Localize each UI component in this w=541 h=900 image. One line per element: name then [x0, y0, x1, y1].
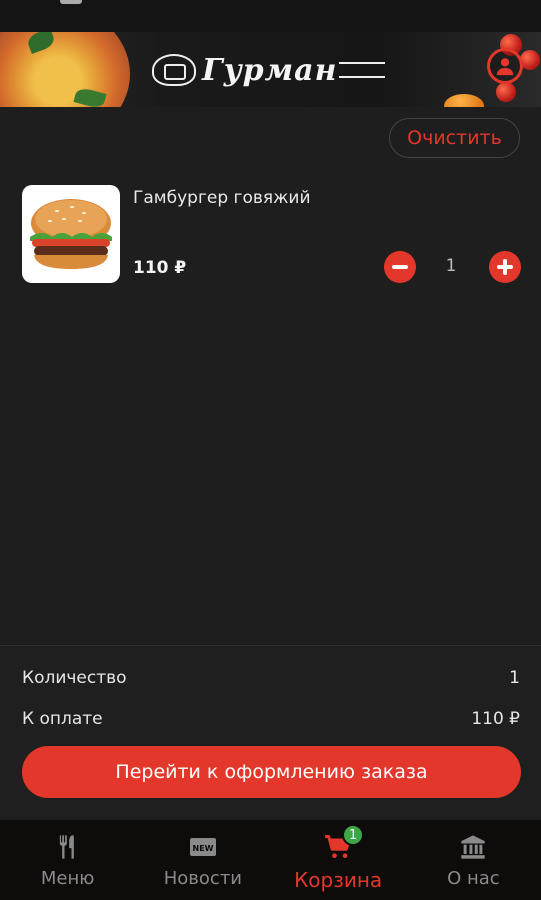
cart-icon: 1 [322, 824, 365, 862]
tab-about[interactable]: О нас [406, 820, 541, 900]
tab-cart[interactable]: 1 Корзина [271, 820, 406, 900]
increase-quantity-button[interactable] [489, 251, 521, 283]
tab-label: О нас [447, 868, 500, 889]
item-price: 110 ₽ [133, 258, 187, 278]
decrease-quantity-button[interactable] [384, 251, 416, 283]
tab-label: Корзина [294, 868, 383, 892]
tab-menu[interactable]: Меню [0, 820, 135, 900]
status-indicator [60, 0, 82, 4]
total-value: 110 ₽ [471, 709, 520, 729]
total-row: К оплате 110 ₽ [22, 709, 520, 729]
tab-news[interactable]: NEW Новости [135, 820, 270, 900]
cart-item: Гамбургер говяжий 110 ₽ 1 [0, 180, 541, 290]
new-badge-icon: NEW [187, 832, 219, 862]
item-name: Гамбургер говяжий [133, 188, 311, 208]
header-banner: Гурман [0, 32, 541, 107]
tab-label: Меню [40, 868, 95, 889]
minus-icon [392, 265, 408, 269]
plus-icon-vertical [503, 259, 507, 275]
user-icon [496, 58, 514, 76]
total-label: К оплате [22, 709, 103, 729]
tomato-decoration [444, 94, 484, 107]
tomato-decoration [496, 82, 516, 102]
quantity-row: Количество 1 [22, 668, 520, 688]
brand-name: Гурман [202, 52, 338, 88]
pizza-slice-icon [152, 54, 196, 86]
pizza-image [0, 32, 130, 107]
checkout-button[interactable]: Перейти к оформлению заказа [22, 746, 521, 798]
item-quantity: 1 [445, 256, 457, 276]
hamburger-photo [22, 185, 120, 283]
bank-icon [457, 832, 489, 862]
tomato-decoration [520, 50, 540, 70]
cart-count-badge: 1 [342, 824, 365, 846]
quantity-value: 1 [509, 668, 520, 688]
fork-knife-icon [52, 832, 84, 862]
brand-logo: Гурман [152, 48, 386, 92]
quantity-label: Количество [22, 668, 127, 688]
order-summary: Количество 1 К оплате 110 ₽ Перейти к оф… [0, 645, 541, 820]
profile-button[interactable] [487, 48, 523, 84]
svg-text:NEW: NEW [192, 844, 213, 853]
status-bar [0, 0, 541, 32]
fork-logo-icon [339, 62, 386, 78]
clear-cart-button[interactable]: Очистить [389, 118, 520, 158]
tab-label: Новости [163, 868, 242, 889]
bottom-tab-bar: Меню NEW Новости 1 Корзина О нас [0, 820, 541, 900]
